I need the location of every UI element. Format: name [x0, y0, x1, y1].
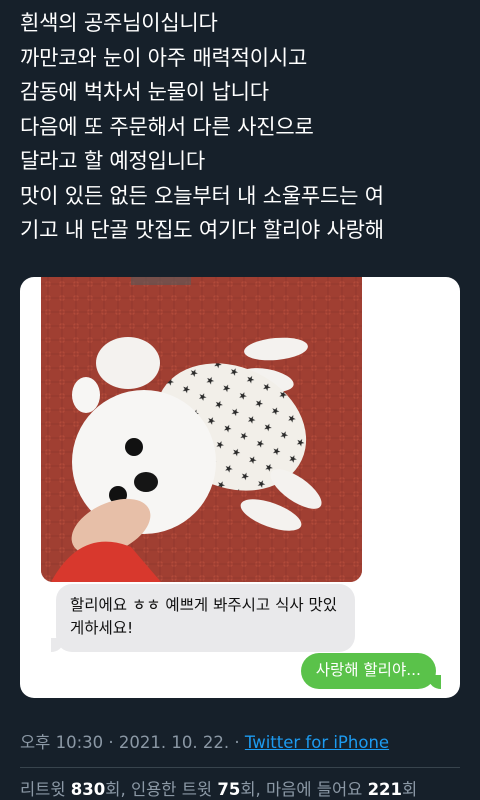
- sent-message-text: 사랑해 할리야...: [315, 661, 421, 679]
- tweet-time: 오후 10:30: [20, 733, 104, 752]
- sent-message-bubble: 사랑해 할리야...: [300, 653, 442, 689]
- quotes-stat[interactable]: 인용한 트윗 75회: [131, 780, 256, 799]
- tweet-line: 까만코와 눈이 아주 매력적이시고: [20, 45, 308, 70]
- retweets-unit: 회: [105, 780, 121, 799]
- meta-separator: ·: [103, 733, 119, 752]
- retweets-count: 830: [70, 780, 106, 799]
- source-link[interactable]: Twitter for iPhone: [245, 733, 389, 752]
- tweet-text: 흰색의 공주님이십니다 까만코와 눈이 아주 매력적이시고 감동에 벅차서 눈물…: [20, 6, 470, 248]
- tweet-date: 2021. 10. 22.: [118, 733, 230, 752]
- tweet-media-image[interactable]: ★ 할리에요 ㅎㅎ 예쁘게 봐주시고 식사: [20, 277, 460, 698]
- meta-separator: ·: [229, 733, 245, 752]
- tweet-stats: 리트윗 830회, 인용한 트윗 75회, 마음에 들어요 221회: [20, 780, 418, 799]
- likes-count: 221: [367, 780, 403, 799]
- retweets-stat[interactable]: 리트윗 830회: [20, 780, 120, 799]
- tweet-line: 흰색의 공주님이십니다: [20, 11, 218, 35]
- likes-unit: 회: [402, 780, 418, 799]
- tweet-line: 맛이 있든 없든 오늘부터 내 소울푸드는 여: [20, 183, 384, 208]
- received-message-bubble: 할리에요 ㅎㅎ 예쁘게 봐주시고 식사 맛있게하세요!: [51, 584, 355, 652]
- quotes-label: 인용한 트윗: [130, 780, 213, 799]
- tweet-line: 기고 내 단골 맛집도 여기다 할리야 사랑해: [20, 218, 384, 242]
- likes-stat[interactable]: 마음에 들어요 221회: [266, 780, 417, 799]
- tweet-meta: 오후 10:30 · 2021. 10. 22. · Twitter for i…: [20, 729, 389, 753]
- quotes-unit: 회: [240, 780, 256, 799]
- received-message-text: 할리에요 ㅎㅎ 예쁘게 봐주시고 식사 맛있게하세요!: [70, 596, 338, 637]
- likes-label: 마음에 들어요: [266, 780, 363, 799]
- dog-photo: ★: [41, 277, 362, 582]
- retweets-label: 리트윗: [20, 780, 66, 799]
- tweet-line: 다음에 또 주문해서 다른 사진으로: [20, 114, 314, 139]
- tweet-line: 감동에 벅차서 눈물이 납니다: [20, 80, 269, 104]
- quotes-count: 75: [217, 780, 241, 799]
- tweet-line: 달라고 할 예정입니다: [20, 149, 206, 173]
- divider: [20, 767, 460, 768]
